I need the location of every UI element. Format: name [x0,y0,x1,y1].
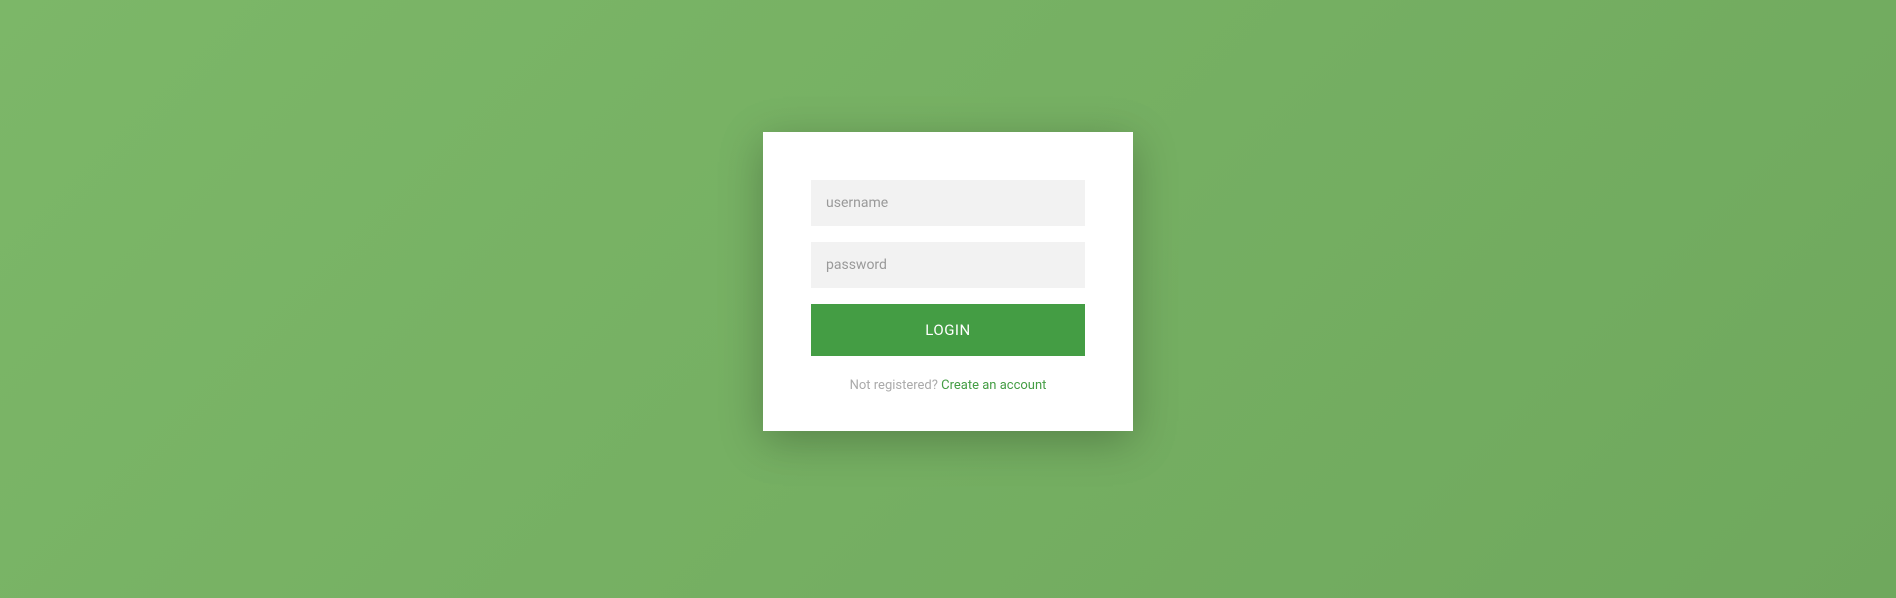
password-input[interactable] [811,242,1085,288]
username-input[interactable] [811,180,1085,226]
register-prompt-container: Not registered? Create an account [811,378,1085,393]
create-account-link[interactable]: Create an account [941,378,1046,393]
login-button[interactable]: LOGIN [811,304,1085,356]
login-card: LOGIN Not registered? Create an account [763,132,1133,431]
register-prompt-text: Not registered? [850,378,942,393]
